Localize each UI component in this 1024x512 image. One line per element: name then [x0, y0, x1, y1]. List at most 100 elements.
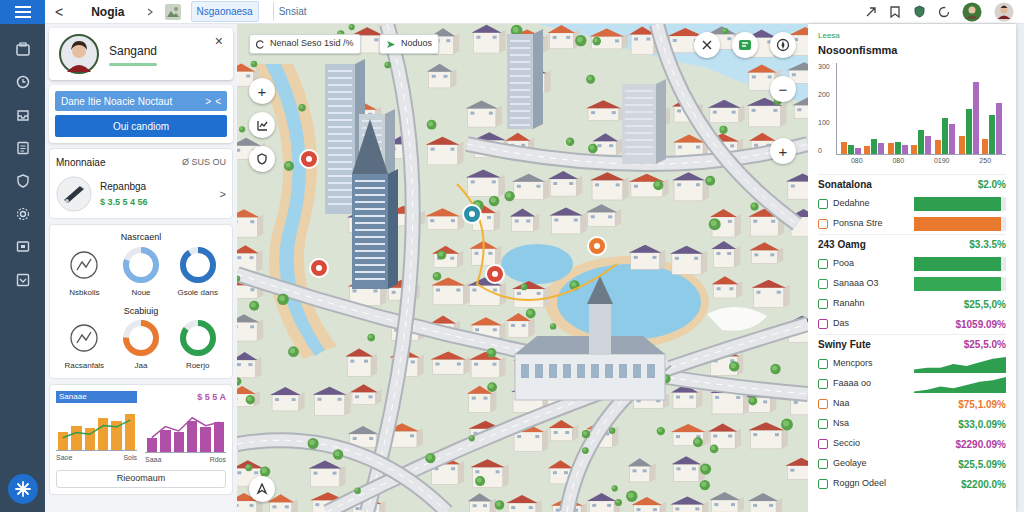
row-label: Geolaye — [833, 457, 953, 471]
mini-bar — [147, 438, 157, 451]
donut — [178, 245, 218, 285]
add-label[interactable]: + — [779, 144, 788, 159]
plugin-icon[interactable] — [8, 474, 38, 504]
section-value: $3.3.5% — [969, 237, 1006, 252]
bookmark-icon[interactable] — [889, 6, 901, 18]
banner-strip: Dane Itie Noacie Noctaut>< — [55, 91, 227, 111]
city-map-illustration[interactable] — [237, 24, 808, 512]
filter-text[interactable]: Noduos — [401, 37, 432, 51]
add-button[interactable]: + — [770, 138, 796, 164]
y-tick: 0 — [818, 147, 832, 154]
bar-chart: 30020010000800800190250 — [818, 63, 1006, 167]
box-icon[interactable] — [16, 42, 30, 56]
refresh-icon[interactable] — [938, 6, 950, 18]
clock-icon[interactable] — [16, 75, 30, 89]
close-button[interactable]: × — [215, 34, 223, 48]
x-tick: 080 — [851, 156, 863, 167]
compass-icon[interactable] — [770, 32, 796, 58]
shield-icon[interactable] — [16, 174, 30, 188]
stat-row[interactable]: Geolaye$25,5.09% — [818, 454, 1006, 474]
chart-bar — [973, 82, 979, 154]
toolbar — [865, 2, 1014, 22]
ring-group: NasrcaenlNsbkoilsNoueGsole dans — [56, 231, 226, 299]
profile-card: Sangand× — [49, 28, 233, 80]
mini-chart-plot — [145, 407, 226, 453]
map-search[interactable]: Nenaol Seso 1sid /% — [249, 34, 361, 54]
shield-icon[interactable] — [913, 5, 926, 18]
stat-row[interactable]: Das$1059.09% — [818, 314, 1006, 334]
map-filter[interactable]: Noduos — [379, 34, 439, 54]
row-icon — [818, 399, 828, 409]
rings-card: NasrcaenlNsbkoilsNoueGsole dansScabiuigR… — [49, 224, 233, 379]
ring-item[interactable]: Noue — [113, 245, 170, 299]
navigate-icon[interactable] — [249, 476, 275, 502]
chart-icon[interactable] — [249, 112, 275, 138]
row-area-chart — [914, 355, 1006, 373]
stat-row[interactable]: Roggn Odeel$2200.0% — [818, 474, 1006, 494]
banner-button-label[interactable]: Oui candiom — [113, 119, 169, 134]
footer-label[interactable]: Rieoomaum — [117, 472, 166, 486]
stat-row[interactable]: Naa$75,1.09% — [818, 394, 1006, 414]
tab[interactable]: Snsiat — [273, 2, 312, 21]
axis-label: Saaa — [145, 455, 161, 466]
ring-item[interactable]: Gsole dans — [169, 245, 226, 299]
tab[interactable]: Nsgaonaesa — [191, 1, 259, 22]
screen-icon[interactable] — [16, 240, 30, 254]
map-tools — [694, 32, 796, 58]
chart-bar — [996, 103, 1002, 154]
stat-row[interactable]: Sanaaa O3 — [818, 274, 1006, 294]
stat-row[interactable]: Seccio$2290.09% — [818, 434, 1006, 454]
user-icon[interactable] — [994, 2, 1014, 22]
map-icon[interactable] — [732, 32, 758, 58]
banner-button[interactable]: Oui candiom — [55, 115, 227, 137]
stat-row[interactable]: Faaaa oo — [818, 374, 1006, 394]
chevron-icon[interactable] — [147, 8, 153, 16]
summary-item[interactable]: Repanbga$ 3.5 5 4 56 > — [56, 176, 226, 212]
footer-button[interactable]: Rieoomaum — [56, 470, 226, 488]
menu-icon[interactable] — [0, 0, 45, 24]
chart-bar — [959, 136, 965, 154]
arrows-icon[interactable] — [694, 32, 720, 58]
row-label: Nsa — [833, 417, 953, 431]
zoom-in-label[interactable]: + — [258, 84, 267, 99]
ring-item[interactable]: Racsanfals — [56, 318, 113, 372]
search-text[interactable]: Nenaol Seso 1sid /% — [270, 37, 354, 51]
settings-icon[interactable] — [16, 207, 30, 221]
donut-fill — [183, 323, 213, 353]
stat-row[interactable]: Ponsna Stre — [818, 214, 1006, 234]
download-icon[interactable] — [16, 273, 30, 287]
zoom-in-button[interactable]: + — [249, 78, 275, 104]
ring-item[interactable]: Nsbkoils — [56, 245, 113, 299]
donut-fill — [126, 323, 156, 353]
section-header: 243 Oamg$3.3.5% — [818, 234, 1006, 254]
bar-group — [864, 139, 884, 154]
avatar-icon[interactable] — [962, 2, 982, 22]
stat-row[interactable]: Nsa$33,0.09% — [818, 414, 1006, 434]
stat-row[interactable]: Ranahn$25,5,0% — [818, 294, 1006, 314]
ring-item[interactable]: Jaa — [113, 318, 170, 372]
banner-action[interactable]: < — [215, 94, 221, 109]
row-label: Seccio — [833, 437, 950, 451]
stat-row[interactable]: Mencpors — [818, 354, 1006, 374]
inbox-icon[interactable] — [16, 108, 30, 122]
chevron[interactable]: > — [220, 186, 226, 203]
back-button[interactable]: < — [55, 5, 63, 19]
banner-action[interactable]: > — [205, 94, 211, 109]
zoom-out-label[interactable]: − — [779, 82, 788, 97]
stat-row[interactable]: Dedahne — [818, 194, 1006, 214]
ring-item[interactable]: Roerjo — [169, 318, 226, 372]
summary-item-text: Repanbga$ 3.5 5 4 56 — [100, 179, 212, 210]
row-bar-fill — [914, 277, 1001, 291]
zoom-out-button[interactable]: − — [770, 76, 796, 102]
mini-line — [56, 405, 137, 450]
document-icon[interactable] — [16, 141, 30, 155]
shield-icon[interactable] — [249, 146, 275, 172]
chart-bar — [902, 145, 908, 154]
thumbnail-icon[interactable] — [165, 4, 181, 20]
map[interactable]: Nenaol Seso 1sid /% Noduos + − + — [237, 24, 808, 512]
axis-label: Saoe — [56, 453, 72, 464]
stat-row[interactable]: Pooa — [818, 254, 1006, 274]
donut-chart — [178, 318, 218, 358]
expand-icon[interactable] — [865, 6, 877, 18]
refresh-icon — [256, 40, 265, 49]
